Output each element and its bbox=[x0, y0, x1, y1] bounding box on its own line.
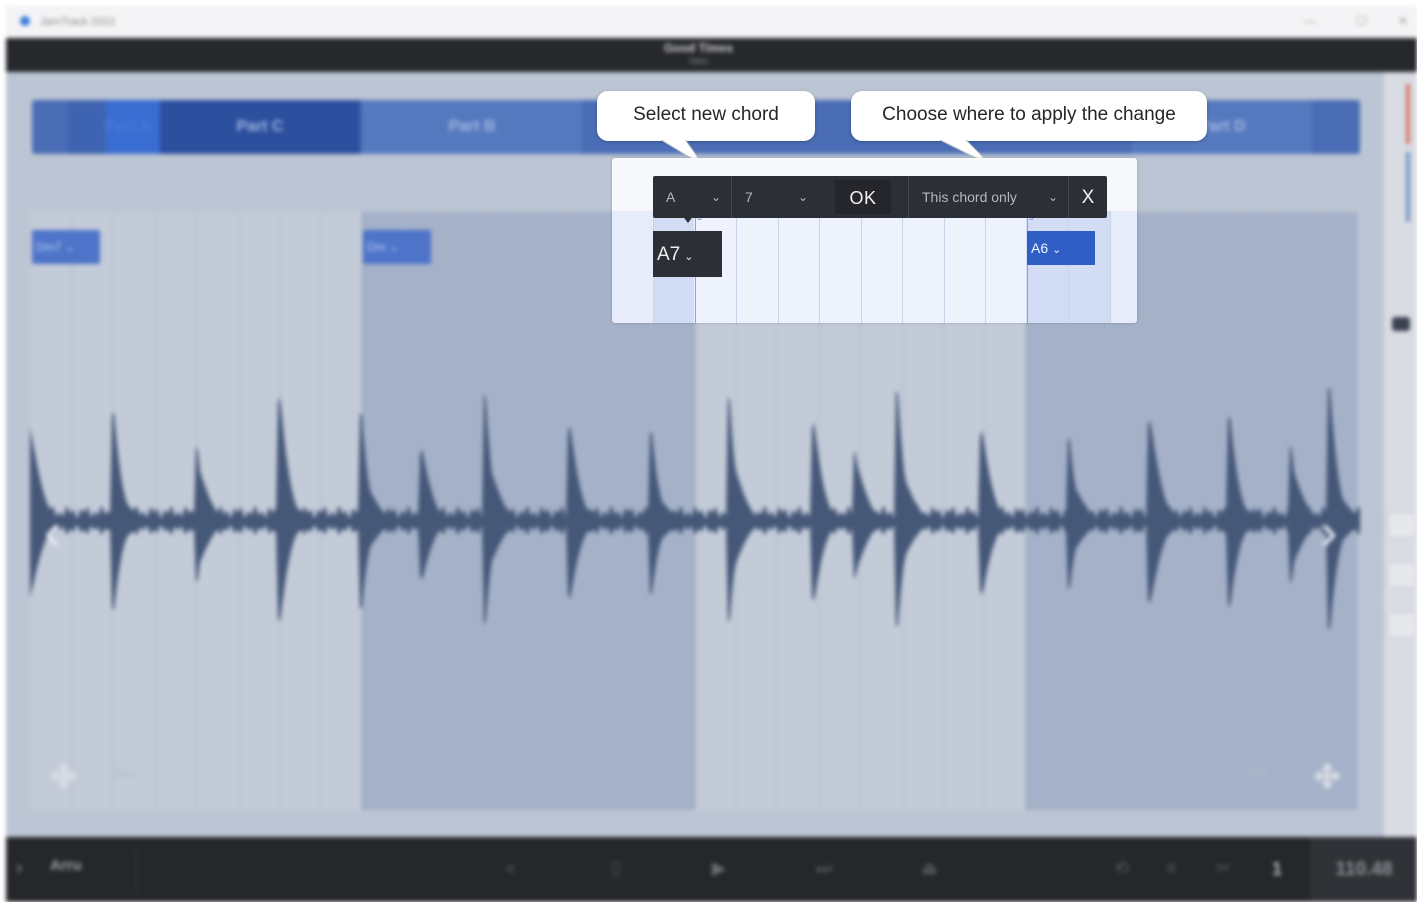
close-window-button[interactable]: ✕ bbox=[1398, 14, 1408, 28]
editor-grid-line bbox=[736, 211, 737, 323]
editor-grid-line bbox=[1109, 211, 1111, 323]
start-label: Start bbox=[112, 768, 136, 780]
end-marker-icon[interactable] bbox=[1311, 760, 1343, 792]
chevron-down-icon: ⌄ bbox=[1052, 244, 1062, 256]
chord-quality-value: 7 bbox=[745, 189, 753, 205]
divider bbox=[136, 847, 137, 892]
chord-label: A6 bbox=[1031, 240, 1049, 256]
pan-knob[interactable] bbox=[1392, 317, 1410, 331]
chord-block[interactable]: Dm7 ⌄ bbox=[32, 230, 100, 264]
expand-chevron-icon[interactable]: › bbox=[16, 857, 23, 880]
toolbar-pointer bbox=[682, 215, 694, 223]
editor-grid-line bbox=[819, 211, 820, 323]
play-button[interactable]: ▶ bbox=[712, 858, 726, 879]
close-editor-button[interactable]: X bbox=[1069, 176, 1107, 218]
volume-slider[interactable] bbox=[1406, 152, 1410, 222]
panel-button[interactable] bbox=[1388, 562, 1416, 588]
chevron-down-icon: ⌄ bbox=[797, 190, 808, 204]
minimize-button[interactable]: — bbox=[1304, 14, 1316, 28]
skip-button[interactable]: ⏭ bbox=[816, 858, 832, 879]
maximize-button[interactable]: ☐ bbox=[1356, 14, 1367, 28]
editor-grid-line bbox=[1026, 211, 1028, 323]
next-chord-block[interactable]: A6 ⌄ bbox=[1027, 231, 1095, 265]
panel-button[interactable] bbox=[1388, 612, 1416, 638]
previous-arrow[interactable]: ‹ bbox=[44, 502, 61, 562]
callout-apply-scope: Choose where to apply the change bbox=[851, 91, 1207, 141]
mode-selector[interactable]: Arru bbox=[50, 857, 82, 874]
song-subtitle: Intro bbox=[689, 56, 708, 66]
editor-grid-line bbox=[860, 211, 862, 323]
waveform-path bbox=[30, 387, 1360, 630]
metronome-button[interactable]: ⏏ bbox=[921, 858, 938, 879]
rewind-button[interactable]: « bbox=[506, 858, 516, 879]
part-c-tab[interactable]: Part C bbox=[160, 100, 360, 154]
playhead-marker bbox=[106, 100, 160, 154]
start-marker-icon[interactable] bbox=[48, 760, 80, 792]
app-window: JamTrack 2022 — ☐ ✕ Good Times Intro Par… bbox=[0, 0, 1417, 902]
callout-select-chord: Select new chord bbox=[597, 91, 815, 141]
app-icon bbox=[20, 16, 30, 26]
chevron-down-icon: ⌄ bbox=[684, 251, 694, 263]
title-bar: JamTrack 2022 — ☐ ✕ bbox=[6, 6, 1417, 38]
right-panel bbox=[1384, 72, 1417, 837]
editor-grid-line bbox=[902, 211, 903, 323]
apply-scope-dropdown[interactable]: This chord only ⌄ bbox=[909, 176, 1068, 218]
window-title: JamTrack 2022 bbox=[40, 16, 116, 28]
editor-grid-line bbox=[985, 211, 986, 323]
ok-button[interactable]: OK bbox=[835, 180, 891, 214]
audio-waveform bbox=[30, 387, 1360, 630]
end-label: End bbox=[1248, 768, 1268, 780]
editor-grid-line bbox=[777, 211, 779, 323]
chord-block[interactable]: Dm ⌄ bbox=[363, 230, 431, 264]
volume-meter bbox=[1406, 84, 1410, 144]
editor-grid-line bbox=[943, 211, 945, 323]
edit-button[interactable]: ✂ bbox=[1216, 858, 1231, 879]
root-note-value: A bbox=[666, 189, 676, 205]
next-arrow[interactable]: › bbox=[1320, 502, 1337, 562]
chevron-down-icon: ⌄ bbox=[1047, 190, 1058, 204]
apply-scope-value: This chord only bbox=[922, 189, 1017, 205]
count-in-value[interactable]: 1 bbox=[1272, 859, 1282, 880]
mixer-button[interactable]: ≡ bbox=[1166, 858, 1177, 879]
chord-editor-panel: 5 9 A ⌄ 7 ⌄ OK This chord only ⌄ X A7⌄ bbox=[612, 158, 1137, 323]
stop-button[interactable]: ▯ bbox=[611, 858, 621, 879]
root-note-dropdown[interactable]: A ⌄ bbox=[653, 176, 731, 218]
chevron-down-icon: ⌄ bbox=[710, 190, 721, 204]
chord-edit-toolbar: A ⌄ 7 ⌄ OK This chord only ⌄ X bbox=[653, 176, 1107, 218]
loop-button[interactable]: ⟲ bbox=[1114, 858, 1129, 879]
song-title: Good Times bbox=[663, 41, 734, 55]
chord-quality-dropdown[interactable]: 7 ⌄ bbox=[732, 176, 818, 218]
part-b-tab[interactable]: Part B bbox=[362, 100, 582, 154]
tempo-display[interactable]: 110.48 bbox=[1311, 837, 1417, 902]
chord-label: A7 bbox=[657, 244, 681, 265]
transport-bar: › Arru « ▯ ▶ ⏭ ⏏ ⟲ ≡ ✂ 1 110.48 bbox=[6, 837, 1417, 902]
panel-button[interactable] bbox=[1388, 512, 1416, 538]
selected-chord-block[interactable]: A7 ⌄ bbox=[653, 231, 722, 277]
song-header: Good Times Intro bbox=[6, 38, 1417, 72]
editor-grid-line bbox=[1068, 211, 1069, 323]
